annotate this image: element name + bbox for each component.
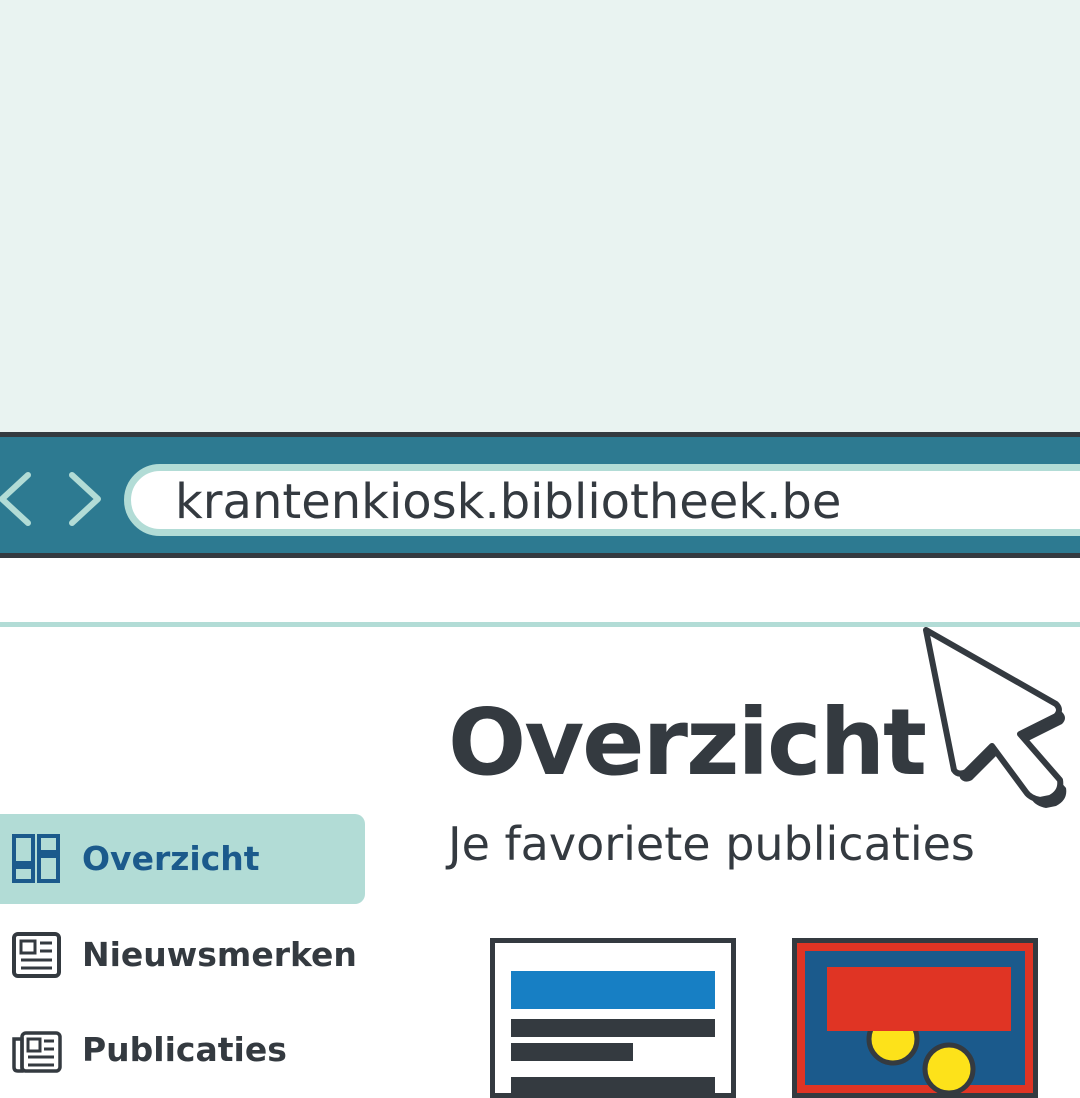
publication-thumbnail [511, 971, 715, 1093]
dashboard-grid-icon [12, 834, 60, 883]
url-text: krantenkiosk.bibliotheek.be [175, 474, 842, 530]
sidebar-item-overzicht[interactable]: Overzicht [0, 814, 365, 904]
newspaper-icon [12, 932, 61, 978]
page-subtitle: Je favoriete publicaties [448, 817, 975, 871]
address-bar[interactable]: krantenkiosk.bibliotheek.be [124, 464, 1080, 536]
sidebar-item-nieuwsmerken[interactable]: Nieuwsmerken [0, 910, 365, 1000]
sidebar-item-label: Nieuwsmerken [82, 935, 357, 974]
newspapers-stack-icon [12, 1031, 62, 1073]
publication-card[interactable] [792, 938, 1038, 1098]
sidebar-item-label: Publicaties [82, 1030, 287, 1069]
publication-thumbnail [797, 943, 1033, 1093]
blank-page-area [0, 0, 1080, 432]
sidebar-item-label: Overzicht [82, 839, 260, 878]
forward-button[interactable] [66, 471, 106, 527]
back-button[interactable] [0, 471, 34, 527]
publication-card[interactable] [490, 938, 736, 1098]
page-title: Overzicht [448, 689, 927, 796]
mouse-pointer-icon [923, 627, 1067, 808]
browser-toolbar: krantenkiosk.bibliotheek.be [0, 432, 1080, 558]
sidebar-item-publicaties[interactable]: Publicaties [0, 1005, 365, 1095]
